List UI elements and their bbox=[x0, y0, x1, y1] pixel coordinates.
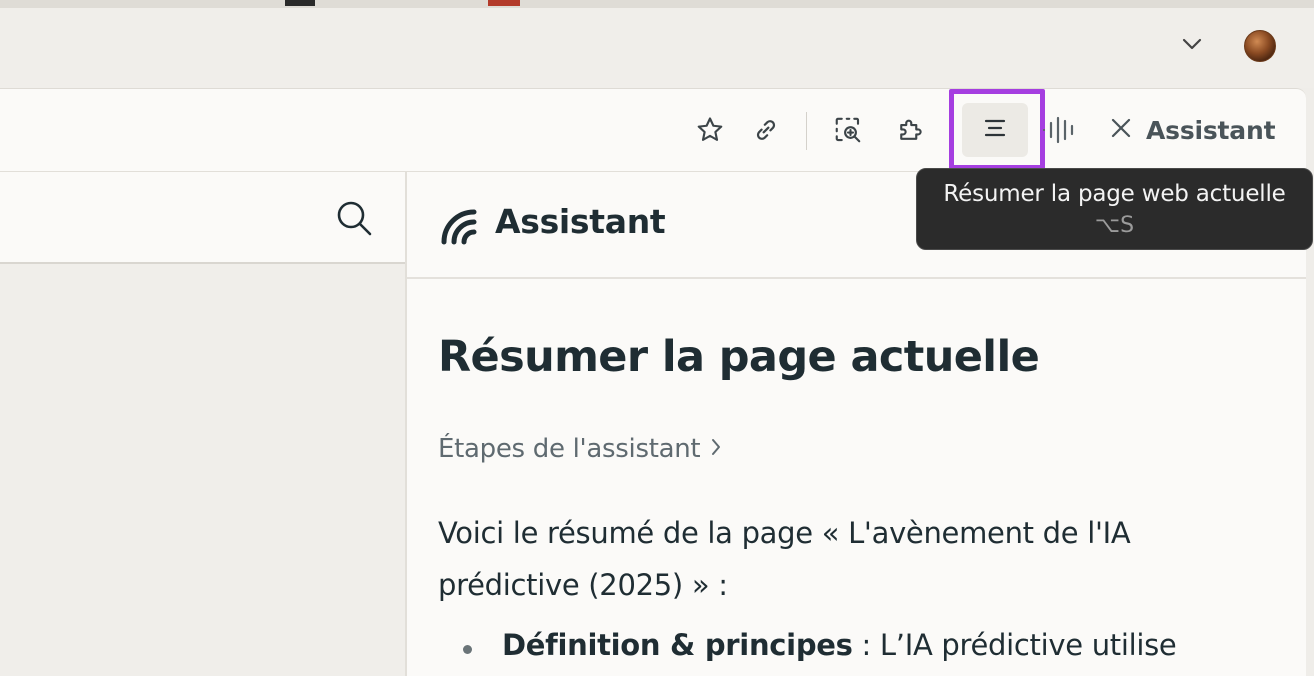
bullet-text: : L’IA prédictive utilise bbox=[852, 628, 1177, 662]
assistant-logo-icon bbox=[438, 204, 480, 246]
summary-intro-line-2: prédictive (2025) » : bbox=[438, 568, 728, 602]
voice-waveform-icon[interactable] bbox=[1040, 112, 1080, 148]
summarize-tooltip: Résumer la page web actuelle ⌥S bbox=[916, 168, 1313, 250]
close-icon bbox=[1110, 117, 1132, 144]
profile-avatar[interactable] bbox=[1244, 30, 1276, 62]
link-icon[interactable] bbox=[748, 112, 784, 148]
screenshot-search-icon[interactable] bbox=[830, 112, 866, 148]
bullet-dot bbox=[463, 645, 472, 654]
summary-intro-line-1: Voici le résumé de la page « L'avènement… bbox=[438, 516, 1131, 550]
assistant-steps-label: Étapes de l'assistant bbox=[438, 434, 701, 464]
summary-intro: Voici le résumé de la page « L'avènement… bbox=[438, 507, 1238, 611]
assistant-steps-link[interactable]: Étapes de l'assistant bbox=[438, 434, 722, 464]
summarize-button-highlight bbox=[949, 89, 1045, 170]
bookmark-star-icon[interactable] bbox=[692, 112, 728, 148]
tab-favicon-red bbox=[488, 0, 520, 6]
search-icon[interactable] bbox=[334, 198, 374, 238]
tab-bar bbox=[0, 8, 1314, 88]
extensions-puzzle-icon[interactable] bbox=[892, 112, 928, 148]
tooltip-shortcut: ⌥S bbox=[1094, 213, 1135, 238]
toolbar-separator bbox=[806, 112, 807, 150]
window-top-strip bbox=[0, 0, 1314, 8]
close-assistant-button[interactable]: Assistant bbox=[1110, 112, 1276, 148]
assistant-toggle-label: Assistant bbox=[1146, 115, 1276, 145]
tooltip-text: Résumer la page web actuelle bbox=[943, 181, 1286, 207]
summary-heading: Résumer la page actuelle bbox=[438, 332, 1040, 382]
chevron-right-icon bbox=[710, 437, 722, 462]
chevron-down-icon[interactable] bbox=[1178, 30, 1206, 58]
bullet-term: Définition & principes bbox=[502, 628, 853, 662]
tab-favicon-dark bbox=[285, 0, 315, 6]
assistant-panel-title: Assistant bbox=[495, 202, 666, 241]
